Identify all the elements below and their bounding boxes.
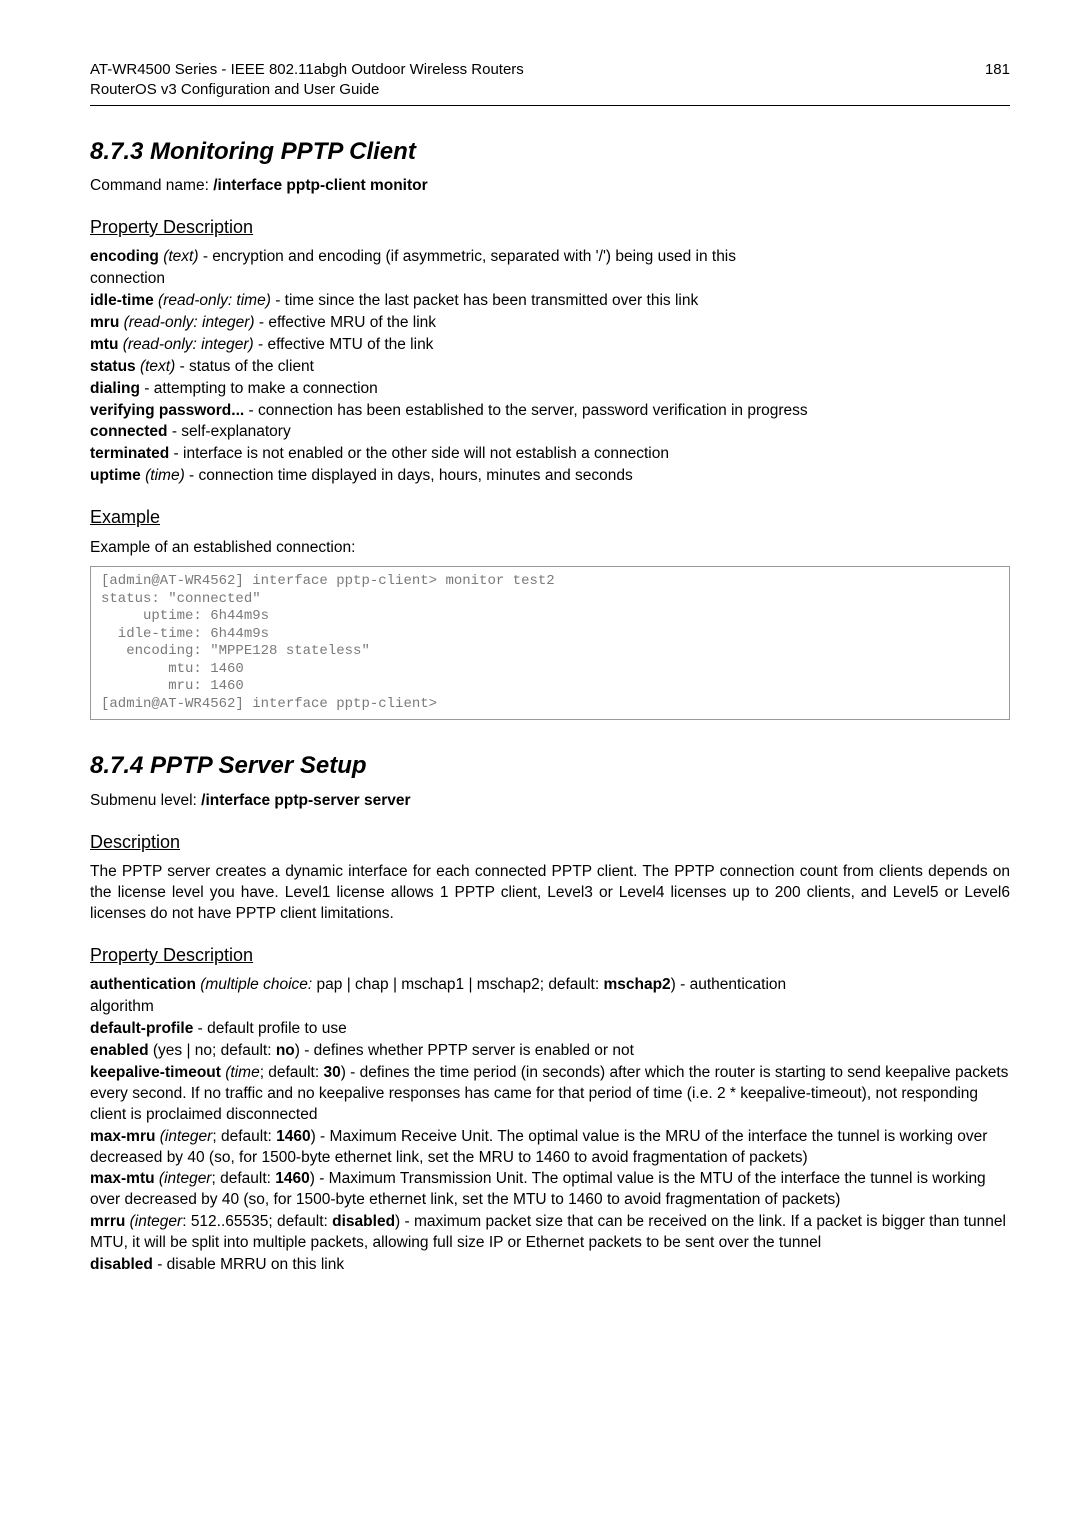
- property-description-heading-2: Property Description: [90, 943, 1010, 967]
- command-name-line: Command name: /interface pptp-client mon…: [90, 176, 1010, 197]
- prop-default-profile: default-profile - default profile to use: [90, 1019, 1010, 1040]
- header-title-2: RouterOS v3 Configuration and User Guide: [90, 80, 524, 100]
- prop-encoding-cont: connection: [90, 269, 1010, 290]
- prop-max-mtu: max-mtu (integer; default: 1460) - Maxim…: [90, 1169, 1010, 1211]
- description-body: The PPTP server creates a dynamic interf…: [90, 862, 1010, 925]
- prop-mtu: mtu (read-only: integer) - effective MTU…: [90, 335, 1010, 356]
- prop-authentication-cont: algorithm: [90, 997, 1010, 1018]
- example-heading: Example: [90, 505, 1010, 529]
- header-rule: [90, 105, 1010, 106]
- prop-mrru: mrru (integer: 512..65535; default: disa…: [90, 1212, 1010, 1254]
- property-description-heading: Property Description: [90, 215, 1010, 239]
- prop-enabled: enabled (yes | no; default: no) - define…: [90, 1041, 1010, 1062]
- prop-authentication: authentication (multiple choice: pap | c…: [90, 975, 1010, 996]
- description-heading: Description: [90, 830, 1010, 854]
- page-header: AT-WR4500 Series - IEEE 802.11abgh Outdo…: [90, 60, 1010, 101]
- prop-encoding: encoding (text) - encryption and encodin…: [90, 247, 1010, 268]
- page-number: 181: [985, 60, 1010, 101]
- prop-keepalive-timeout: keepalive-timeout (time; default: 30) - …: [90, 1063, 1010, 1126]
- prop-mru: mru (read-only: integer) - effective MRU…: [90, 313, 1010, 334]
- prop-uptime: uptime (time) - connection time displaye…: [90, 466, 1010, 487]
- header-title-1: AT-WR4500 Series - IEEE 802.11abgh Outdo…: [90, 60, 524, 80]
- section-874-title: 8.7.4 PPTP Server Setup: [90, 750, 1010, 782]
- prop-status: status (text) - status of the client: [90, 357, 1010, 378]
- prop-terminated: terminated - interface is not enabled or…: [90, 444, 1010, 465]
- code-block: [admin@AT-WR4562] interface pptp-client>…: [90, 566, 1010, 720]
- prop-verifying: verifying password... - connection has b…: [90, 401, 1010, 422]
- example-intro: Example of an established connection:: [90, 538, 1010, 559]
- prop-connected: connected - self-explanatory: [90, 422, 1010, 443]
- submenu-level-line: Submenu level: /interface pptp-server se…: [90, 791, 1010, 812]
- section-873-title: 8.7.3 Monitoring PPTP Client: [90, 136, 1010, 168]
- prop-max-mru: max-mru (integer; default: 1460) - Maxim…: [90, 1127, 1010, 1169]
- prop-idle-time: idle-time (read-only: time) - time since…: [90, 291, 1010, 312]
- prop-dialing: dialing - attempting to make a connectio…: [90, 379, 1010, 400]
- prop-disabled: disabled - disable MRRU on this link: [90, 1255, 1010, 1276]
